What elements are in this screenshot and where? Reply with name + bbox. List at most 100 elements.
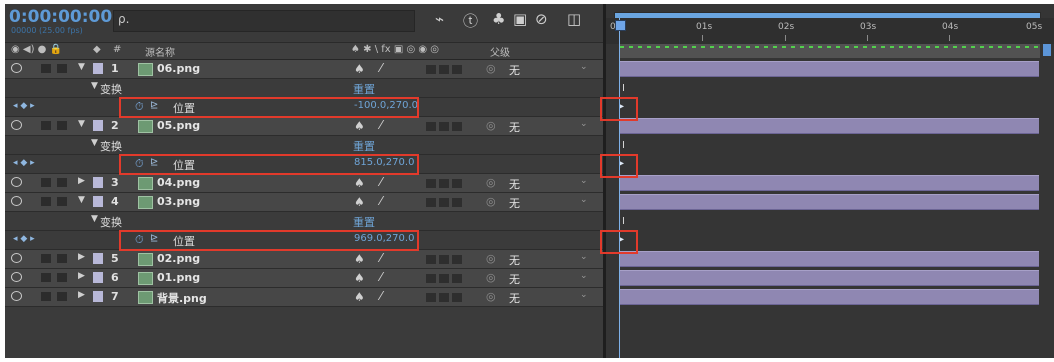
keyframe-navigator-icon[interactable]: ◂ ◆ ▸ bbox=[13, 101, 35, 111]
solo-switch[interactable] bbox=[41, 197, 51, 206]
transform-group-row[interactable]: ▼ 变换 重置 bbox=[5, 136, 603, 155]
chevron-down-icon[interactable]: ⌄ bbox=[580, 62, 588, 72]
parent-header[interactable]: 父级 bbox=[490, 44, 510, 59]
switch-boxes[interactable] bbox=[426, 121, 466, 131]
pick-whip-icon[interactable]: ◎ bbox=[486, 195, 496, 208]
timeline-area[interactable]: 00s 01s 02s 03s 04s 05s I ▸ I ▸ I ▸ bbox=[600, 4, 1054, 358]
visibility-eye-icon[interactable] bbox=[11, 63, 22, 73]
search-input[interactable]: ρ. bbox=[113, 10, 415, 32]
lock-switch[interactable] bbox=[57, 121, 67, 130]
solo-switch[interactable] bbox=[41, 292, 51, 301]
current-timecode[interactable]: 0:00:00:00 bbox=[9, 7, 112, 27]
layer-row[interactable]: ▶ 5 02.png ♠ ⁄ ◎ 无 ⌄ bbox=[5, 250, 603, 269]
switch-boxes[interactable] bbox=[426, 197, 466, 207]
collapse-triangle-icon[interactable]: ▶ bbox=[78, 290, 85, 300]
switch-boxes[interactable] bbox=[426, 64, 466, 74]
layer-row[interactable]: ▼ 2 05.png ♠ ⁄ ◎ 无 ⌄ bbox=[5, 117, 603, 136]
frame-blending-icon[interactable]: ▣ bbox=[513, 10, 527, 28]
reset-link[interactable]: 重置 bbox=[353, 81, 375, 97]
expand-triangle-icon[interactable]: ▼ bbox=[78, 195, 85, 205]
layer-bar[interactable] bbox=[619, 61, 1039, 77]
layer-bar[interactable] bbox=[619, 118, 1039, 134]
parent-select[interactable]: 无 bbox=[509, 290, 520, 306]
lock-switch[interactable] bbox=[57, 178, 67, 187]
expand-triangle-icon[interactable]: ▼ bbox=[91, 214, 98, 224]
pick-whip-icon[interactable]: ◎ bbox=[486, 119, 496, 132]
solo-switch[interactable] bbox=[41, 121, 51, 130]
solo-switch[interactable] bbox=[41, 273, 51, 282]
layer-bar[interactable] bbox=[619, 270, 1039, 286]
motion-blur-icon[interactable]: ⊘ bbox=[535, 10, 548, 28]
expand-triangle-icon[interactable]: ▼ bbox=[78, 119, 85, 129]
chevron-down-icon[interactable]: ⌄ bbox=[580, 195, 588, 205]
lock-switch[interactable] bbox=[57, 254, 67, 263]
pick-whip-icon[interactable]: ◎ bbox=[486, 176, 496, 189]
chevron-down-icon[interactable]: ⌄ bbox=[580, 290, 588, 300]
graph-editor-icon[interactable]: ◫ bbox=[567, 10, 581, 28]
layer-row[interactable]: ▼ 1 06.png ♠ ⁄ ◎ 无 ⌄ bbox=[5, 60, 603, 79]
chevron-down-icon[interactable]: ⌄ bbox=[580, 271, 588, 281]
switch-boxes[interactable] bbox=[426, 292, 466, 302]
switch-boxes[interactable] bbox=[426, 273, 466, 283]
keyframe-navigator-icon[interactable]: ◂ ◆ ▸ bbox=[13, 234, 35, 244]
pick-whip-icon[interactable]: ◎ bbox=[486, 252, 496, 265]
label-color-swatch[interactable] bbox=[93, 291, 103, 302]
shy-layers-icon[interactable]: ♣ bbox=[492, 10, 505, 28]
compose-icon[interactable]: ⌁ bbox=[435, 10, 444, 28]
solo-switch[interactable] bbox=[41, 254, 51, 263]
label-color-swatch[interactable] bbox=[93, 177, 103, 188]
layer-row[interactable]: ▶ 7 背景.png ♠ ⁄ ◎ 无 ⌄ bbox=[5, 288, 603, 307]
switch-boxes[interactable] bbox=[426, 254, 466, 264]
quality-switch[interactable]: ⁄ bbox=[380, 194, 382, 208]
label-color-swatch[interactable] bbox=[93, 253, 103, 264]
pick-whip-icon[interactable]: ◎ bbox=[486, 271, 496, 284]
work-area-end-handle[interactable] bbox=[1043, 44, 1051, 56]
layer-name[interactable]: 03.png bbox=[157, 195, 200, 208]
chevron-down-icon[interactable]: ⌄ bbox=[580, 176, 588, 186]
lock-switch[interactable] bbox=[57, 292, 67, 301]
label-color-swatch[interactable] bbox=[93, 63, 103, 74]
reset-link[interactable]: 重置 bbox=[353, 214, 375, 230]
visibility-eye-icon[interactable] bbox=[11, 291, 22, 301]
parent-select[interactable]: 无 bbox=[509, 195, 520, 211]
parent-select[interactable]: 无 bbox=[509, 119, 520, 135]
shy-switch[interactable]: ♠ bbox=[354, 290, 365, 304]
draft-3d-icon[interactable]: ⓣ bbox=[463, 10, 478, 31]
layer-row[interactable]: ▶ 3 04.png ♠ ⁄ ◎ 无 ⌄ bbox=[5, 174, 603, 193]
layer-bar[interactable] bbox=[619, 251, 1039, 267]
quality-switch[interactable]: ⁄ bbox=[380, 175, 382, 189]
layer-name[interactable]: 背景.png bbox=[157, 290, 207, 306]
parent-select[interactable]: 无 bbox=[509, 62, 520, 78]
layer-name[interactable]: 05.png bbox=[157, 119, 200, 132]
collapse-triangle-icon[interactable]: ▶ bbox=[78, 271, 85, 281]
quality-switch[interactable]: ⁄ bbox=[380, 251, 382, 265]
quality-switch[interactable]: ⁄ bbox=[380, 289, 382, 303]
parent-select[interactable]: 无 bbox=[509, 271, 520, 287]
quality-switch[interactable]: ⁄ bbox=[380, 61, 382, 75]
shy-switch[interactable]: ♠ bbox=[354, 195, 365, 209]
visibility-eye-icon[interactable] bbox=[11, 253, 22, 263]
visibility-eye-icon[interactable] bbox=[11, 196, 22, 206]
layer-bar[interactable] bbox=[619, 175, 1039, 191]
solo-switch[interactable] bbox=[41, 178, 51, 187]
pick-whip-icon[interactable]: ◎ bbox=[486, 290, 496, 303]
shy-switch[interactable]: ♠ bbox=[354, 176, 365, 190]
switch-boxes[interactable] bbox=[426, 178, 466, 188]
parent-select[interactable]: 无 bbox=[509, 252, 520, 268]
layer-bar[interactable] bbox=[619, 194, 1039, 210]
chevron-down-icon[interactable]: ⌄ bbox=[580, 252, 588, 262]
reset-link[interactable]: 重置 bbox=[353, 138, 375, 154]
label-color-swatch[interactable] bbox=[93, 120, 103, 131]
transform-group-row[interactable]: ▼ 变换 重置 bbox=[5, 212, 603, 231]
quality-switch[interactable]: ⁄ bbox=[380, 270, 382, 284]
layer-name[interactable]: 01.png bbox=[157, 271, 200, 284]
lock-switch[interactable] bbox=[57, 64, 67, 73]
parent-select[interactable]: 无 bbox=[509, 176, 520, 192]
expand-triangle-icon[interactable]: ▼ bbox=[91, 81, 98, 91]
layer-bar[interactable] bbox=[619, 289, 1039, 305]
visibility-eye-icon[interactable] bbox=[11, 272, 22, 282]
visibility-eye-icon[interactable] bbox=[11, 120, 22, 130]
current-time-indicator[interactable] bbox=[619, 18, 620, 358]
keyframe-navigator-icon[interactable]: ◂ ◆ ▸ bbox=[13, 158, 35, 168]
time-ruler[interactable] bbox=[606, 18, 1054, 44]
